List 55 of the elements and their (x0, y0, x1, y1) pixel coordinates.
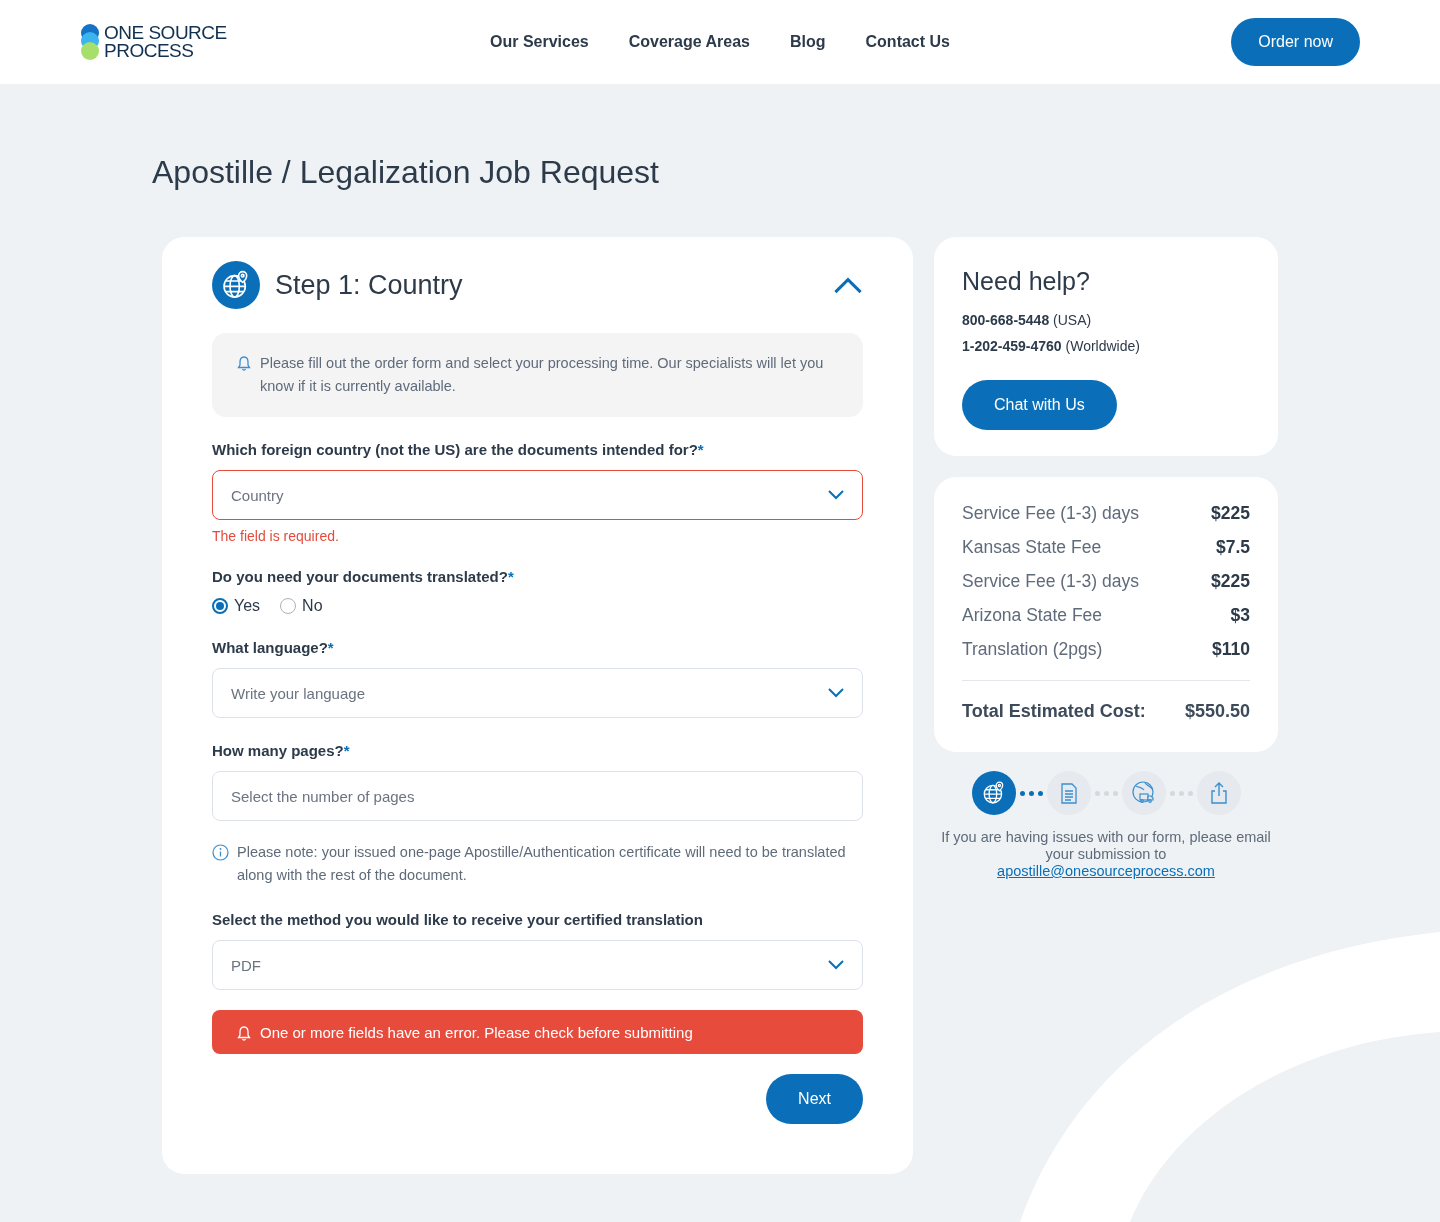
fee-label: Service Fee (1-3) days (962, 571, 1139, 592)
step-connector (1169, 790, 1193, 796)
field-label: Select the method you would like to receive your certified translation (212, 911, 704, 928)
nav-link[interactable]: Blog (790, 33, 826, 51)
select-field[interactable]: Write your language (212, 668, 863, 718)
radio-option[interactable]: Yes (212, 597, 261, 615)
select-field[interactable]: PDF (212, 940, 863, 990)
next-button[interactable]: Next (766, 1074, 863, 1124)
step-connector (1094, 790, 1118, 796)
fee-label: Arizona State Fee (962, 605, 1103, 626)
error-message: The field is required. (212, 528, 340, 544)
globe-truck-icon (1130, 780, 1157, 806)
nav-link[interactable]: Contact Us (865, 33, 950, 51)
total-label: Total Estimated Cost: (962, 701, 1146, 722)
radio-button[interactable] (212, 598, 228, 614)
chevron-up-icon[interactable] (833, 276, 863, 294)
step-title: Step 1: Country (275, 269, 464, 301)
chat-button[interactable]: Chat with Us (962, 380, 1117, 430)
logo-icon (80, 23, 100, 61)
input-field[interactable]: Select the number of pages (212, 771, 863, 821)
phone-number: 1-202-459-4760 (Worldwide) (962, 338, 1141, 354)
phone-number: 800-668-5448 (USA) (962, 312, 1093, 328)
email-link[interactable]: apostille@onesourceprocess.com (997, 863, 1215, 879)
fee-label: Kansas State Fee (962, 537, 1102, 558)
fee-amount: $110 (1212, 639, 1250, 660)
fee-label: Service Fee (1-3) days (962, 503, 1139, 524)
nav-link[interactable]: Our Services (490, 33, 589, 51)
bell-icon (236, 1025, 252, 1042)
field-label: Which foreign country (not the US) are the documents intended for?* (212, 441, 705, 458)
field-label: How many pages?* (212, 742, 351, 759)
chevron-down-icon[interactable] (828, 960, 844, 970)
page-title: Apostille / Legalization Job Request (152, 154, 660, 191)
help-title: Need help? (962, 267, 1091, 296)
fee-amount: $225 (1211, 503, 1250, 524)
fee-label: Translation (2pgs) (962, 639, 1103, 660)
help-note: If you are having issues with our form, please email your submission to apostille@onesourceprocess.com (940, 829, 1272, 880)
logo-text: ONE SOURCE PROCESS (104, 24, 227, 60)
info-note: Please note: your issued one-page Apostille/Authentication certificate will need to be translated along with the rest of the document. (237, 843, 847, 885)
chevron-down-icon[interactable] (828, 688, 844, 698)
field-label: Do you need your documents translated?* (212, 568, 515, 585)
error-alert: One or more fields have an error. Please check before submitting (212, 1010, 863, 1054)
total-amount: $550.50 (1184, 701, 1250, 722)
fee-amount: $3 (1230, 605, 1250, 626)
select-field[interactable]: Country (212, 470, 863, 520)
info-icon (212, 844, 229, 861)
radio-option[interactable]: No (280, 597, 323, 615)
order-button[interactable]: Order now (1231, 18, 1360, 66)
chevron-down-icon[interactable] (828, 490, 844, 500)
bell-icon (236, 355, 252, 372)
nav-link[interactable]: Coverage Areas (628, 33, 750, 51)
field-label: What language?* (212, 639, 335, 656)
step-connector (1019, 790, 1043, 796)
notice-box: Please fill out the order form and select your processing time. Our specialists will let you know if it is currently available. (212, 333, 863, 417)
fee-amount: $7.5 (1215, 537, 1250, 558)
fee-amount: $225 (1211, 571, 1250, 592)
